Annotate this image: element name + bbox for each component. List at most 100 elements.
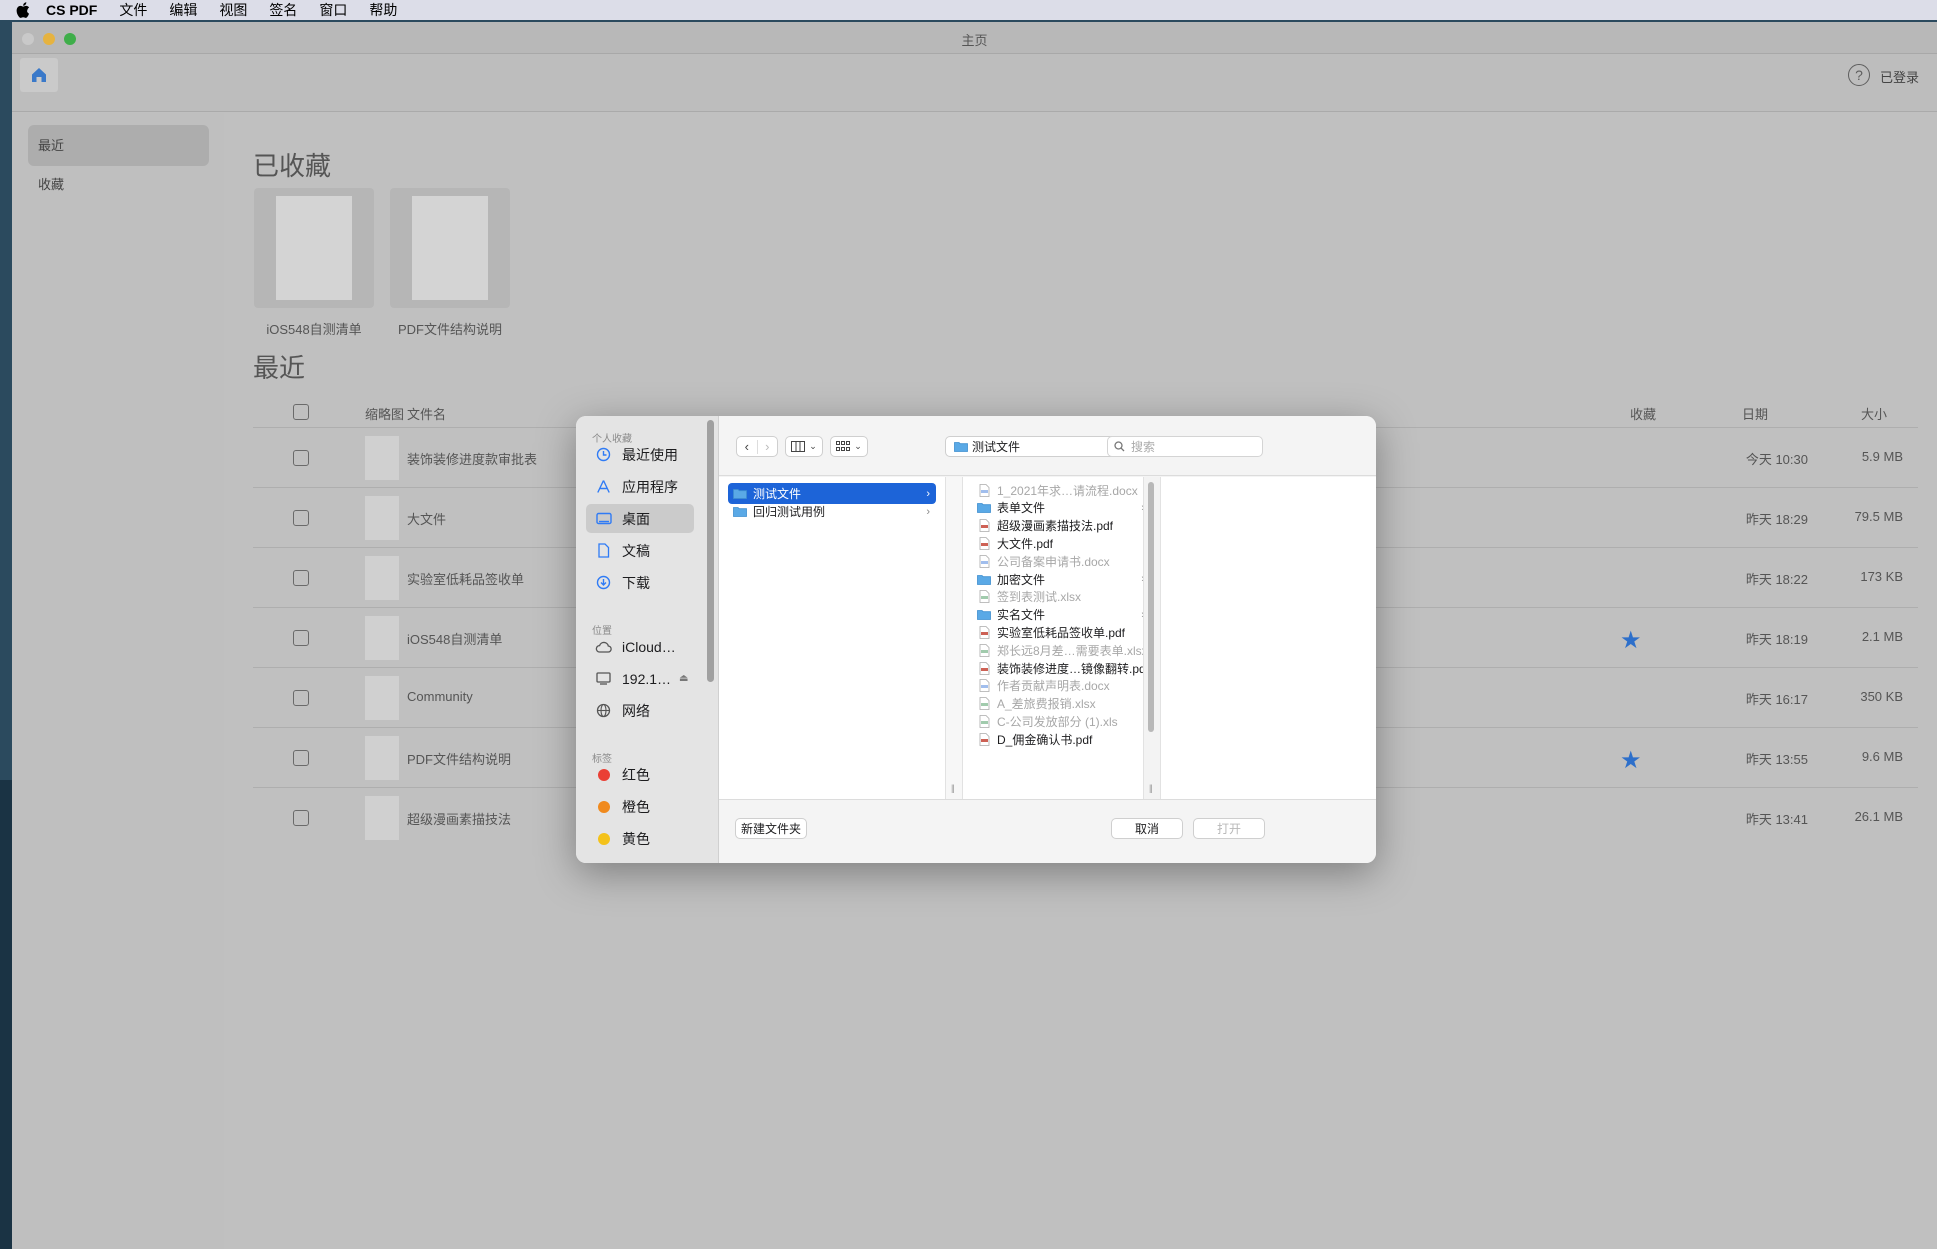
dialog-sidebar-tag-red[interactable]: 红色: [586, 760, 694, 789]
dialog-sidebar: 个人收藏 最近使用 应用程序 桌面 文稿 下载 位置 iCloud… 192.1…: [576, 416, 719, 863]
file-date: 昨天 18:19: [1745, 632, 1808, 647]
row-checkbox[interactable]: [293, 570, 309, 586]
question-icon[interactable]: ?: [1848, 64, 1870, 86]
sidebar-item-recent[interactable]: 最近: [28, 125, 209, 166]
dialog-sidebar-icloud[interactable]: iCloud…: [586, 632, 694, 661]
header-favorite[interactable]: 收藏: [1630, 404, 1656, 423]
file-row[interactable]: D_佣金确认书.pdf: [977, 728, 1143, 750]
grid-icon: [836, 441, 851, 451]
dialog-sidebar-label: 黄色: [622, 830, 650, 847]
document-thumbnail: [365, 796, 399, 840]
row-checkbox[interactable]: [293, 510, 309, 526]
dialog-sidebar-downloads[interactable]: 下载: [586, 568, 694, 597]
group-button[interactable]: ⌄: [830, 436, 868, 457]
file-size: 173 KB: [1860, 569, 1903, 584]
dialog-sidebar-label: 橙色: [622, 798, 650, 815]
row-checkbox[interactable]: [293, 450, 309, 466]
column-resize-handle[interactable]: ||: [945, 477, 963, 799]
dialog-sidebar-desktop[interactable]: 桌面: [586, 504, 694, 533]
menu-help[interactable]: 帮助: [369, 0, 397, 20]
row-checkbox[interactable]: [293, 810, 309, 826]
open-file-dialog: 个人收藏 最近使用 应用程序 桌面 文稿 下载 位置 iCloud… 192.1…: [576, 416, 1376, 863]
back-forward-buttons: ‹ ›: [736, 436, 778, 457]
chevron-right-icon: ›: [926, 487, 930, 500]
document-thumbnail: [365, 496, 399, 540]
menu-bar: CS PDF 文件 编辑 视图 签名 窗口 帮助: [0, 0, 1937, 20]
menu-sign[interactable]: 签名: [269, 0, 297, 20]
columns-view-icon: [791, 441, 806, 452]
toolbar: ? 已登录: [12, 54, 1937, 112]
menu-window[interactable]: 窗口: [319, 0, 347, 20]
favorite-card[interactable]: [254, 188, 374, 308]
eject-icon[interactable]: ⏏: [679, 673, 688, 684]
folder-row[interactable]: 回归测试用例 ›: [728, 501, 936, 522]
dialog-sidebar-server[interactable]: 192.1… ⏏: [586, 664, 694, 693]
title-bar: 主页: [12, 22, 1937, 54]
sidebar-scrollbar[interactable]: [707, 420, 714, 682]
globe-icon: [595, 702, 612, 719]
home-icon: [32, 68, 46, 82]
column-scrollbar[interactable]: [1148, 482, 1154, 732]
sidebar-item-favorites[interactable]: 收藏: [28, 164, 209, 205]
apple-logo-icon[interactable]: [16, 2, 32, 18]
favorite-card-label: iOS548自测清单: [266, 322, 362, 337]
file-size: 26.1 MB: [1854, 809, 1903, 824]
sidebar: 最近 收藏: [12, 113, 224, 1249]
desktop-background: [0, 780, 12, 1249]
dialog-sidebar-label: 网络: [622, 702, 650, 719]
favorite-card[interactable]: [390, 188, 510, 308]
back-icon[interactable]: ‹: [737, 439, 757, 454]
file-date: 昨天 13:41: [1745, 812, 1808, 827]
dialog-sidebar-tag-orange[interactable]: 橙色: [586, 792, 694, 821]
open-button[interactable]: 打开: [1193, 818, 1265, 839]
dialog-sidebar-documents[interactable]: 文稿: [586, 536, 694, 565]
dialog-sidebar-tag-yellow[interactable]: 黄色: [586, 824, 694, 853]
dialog-sidebar-network[interactable]: 网络: [586, 696, 694, 725]
row-checkbox[interactable]: [293, 750, 309, 766]
header-date[interactable]: 日期: [1742, 404, 1768, 423]
home-tab[interactable]: [20, 58, 58, 92]
search-placeholder: 搜索: [1131, 440, 1156, 454]
select-all-checkbox[interactable]: [293, 404, 309, 420]
header-name[interactable]: 文件名: [407, 404, 446, 423]
star-icon[interactable]: ★: [1620, 746, 1642, 775]
login-status[interactable]: 已登录: [1880, 67, 1919, 86]
pdf-file-icon: [977, 519, 991, 533]
pdf-file-icon: [977, 661, 991, 675]
star-icon[interactable]: ★: [1620, 626, 1642, 655]
dialog-sidebar-applications[interactable]: 应用程序: [586, 472, 694, 501]
menu-view[interactable]: 视图: [219, 0, 247, 20]
file-name: 实验室低耗品签收单: [407, 572, 525, 587]
file-name: 大文件: [407, 512, 447, 527]
cancel-button[interactable]: 取消: [1111, 818, 1183, 839]
favorites-section-title: 已收藏: [253, 151, 332, 181]
header-thumbnail[interactable]: 缩略图: [365, 404, 404, 423]
file-name: 装饰装修进度款审批表: [407, 452, 538, 467]
file-name: 超级漫画素描技法: [407, 812, 512, 827]
menu-file[interactable]: 文件: [119, 0, 147, 20]
excel-file-icon: [977, 643, 991, 657]
document-thumbnail: [365, 436, 399, 480]
dialog-sidebar-label: 应用程序: [622, 478, 678, 495]
search-field[interactable]: 搜索: [1107, 436, 1263, 457]
dialog-footer: 新建文件夹 取消 打开: [719, 799, 1376, 863]
header-size[interactable]: 大小: [1861, 404, 1887, 423]
excel-file-icon: [977, 714, 991, 728]
chevron-down-icon: ⌄: [854, 441, 862, 451]
new-folder-button[interactable]: 新建文件夹: [735, 818, 807, 839]
document-thumbnail: [412, 196, 488, 300]
tag-dot-icon: [598, 800, 610, 813]
document-thumbnail: [365, 676, 399, 720]
dialog-sidebar-label: 文稿: [622, 542, 650, 559]
document-thumbnail: [365, 736, 399, 780]
row-checkbox[interactable]: [293, 690, 309, 706]
row-checkbox[interactable]: [293, 630, 309, 646]
view-mode-button[interactable]: ⌄: [785, 436, 823, 457]
dialog-sidebar-recents[interactable]: 最近使用: [586, 440, 694, 469]
file-size: 2.1 MB: [1861, 629, 1903, 644]
menu-app-name[interactable]: CS PDF: [46, 2, 97, 18]
menu-edit[interactable]: 编辑: [169, 0, 197, 20]
forward-icon[interactable]: ›: [757, 439, 777, 454]
browser-column-2: 1_2021年求…请流程.docx表单文件›超级漫画素描技法.pdf大文件.pd…: [963, 477, 1143, 799]
file-name: Community: [407, 689, 473, 704]
